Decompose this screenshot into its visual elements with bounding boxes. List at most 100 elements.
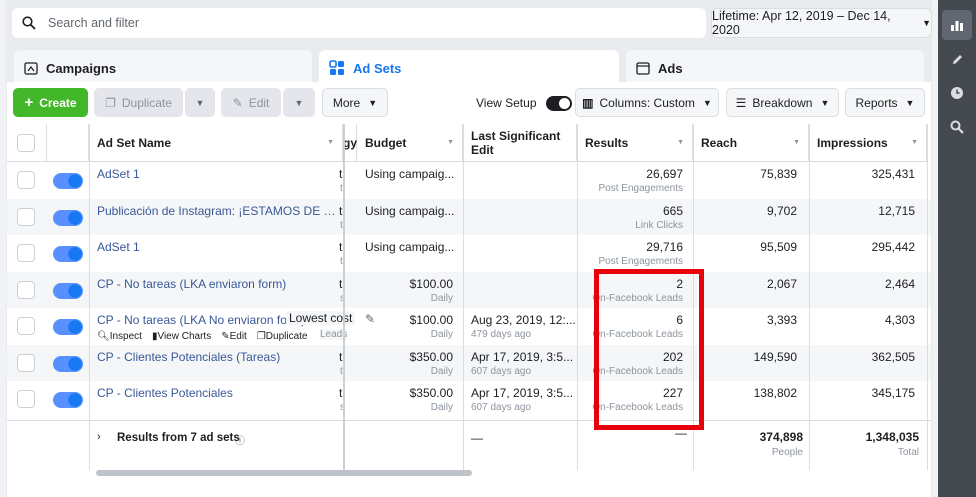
edit-label: Edit [229, 331, 247, 342]
table-row[interactable]: CP - Clientes Potencialests$350.00DailyA… [7, 381, 931, 418]
results-value: 29,716 [646, 240, 683, 254]
duplicate-dropdown[interactable]: ▼ [185, 88, 215, 117]
header-reach[interactable]: Reach ▼ [693, 124, 809, 162]
results-value: 665 [662, 203, 683, 218]
chart-icon[interactable] [942, 10, 972, 40]
row-checkbox[interactable] [17, 171, 35, 189]
bid-strategy-fragment: t [339, 167, 343, 181]
edit-action[interactable]: ✎ Edit [221, 331, 247, 342]
table-row[interactable]: CP - No tareas (LKA enviaron form)ts$100… [7, 271, 931, 308]
breakdown-button[interactable]: ☰ Breakdown ▼ [726, 88, 839, 117]
header-last-edit[interactable]: Last Significant Edit [463, 124, 577, 162]
inspect-icon[interactable] [942, 112, 972, 142]
pencil-icon[interactable]: ✎ [365, 312, 375, 326]
edit-button[interactable]: ✎ Edit [221, 88, 281, 117]
table-row[interactable]: CP - Clientes Potenciales (Tareas) t t $350… [7, 344, 931, 381]
budget-value: Using campaig... [365, 240, 455, 254]
columns-button[interactable]: ▥ Columns: Custom ▼ [575, 88, 719, 117]
budget-value: $350.00 [409, 349, 453, 364]
budget-value: $350.00 [409, 386, 453, 400]
more-button[interactable]: More ▼ [322, 88, 388, 117]
ad-set-name-link[interactable]: CP - Clientes Potenciales (Tareas) [97, 350, 337, 364]
inspect-action[interactable]: 🔍︎ Inspect [97, 331, 142, 342]
row-checkbox[interactable] [17, 317, 35, 335]
header-label: Results [585, 135, 629, 150]
row-checkbox[interactable] [17, 244, 35, 262]
edit-label: Edit [248, 95, 270, 110]
view-charts-label: View Charts [157, 331, 212, 342]
ad-set-name-link[interactable]: AdSet 1 [97, 240, 337, 254]
budget-value: Using campaig... [365, 167, 455, 181]
search-bar[interactable]: Search and filter [12, 8, 706, 38]
ad-sets-table-area: + Create ❐ Duplicate ▼ ✎ Edit ▼ More ▼ Vi… [7, 82, 931, 497]
pencil-icon[interactable] [942, 44, 972, 74]
results-value: 2 [676, 276, 683, 291]
duplicate-action[interactable]: ❐ Duplicate [257, 331, 308, 342]
create-button[interactable]: + Create [13, 88, 88, 117]
plus-icon: + [24, 94, 34, 111]
duplicate-icon: ❐ [105, 95, 116, 110]
reports-button[interactable]: Reports ▼ [845, 88, 925, 117]
row-checkbox[interactable] [17, 390, 35, 408]
row-on-off-toggle[interactable] [53, 173, 83, 189]
toggle-knob [68, 247, 82, 261]
horizontal-scrollbar[interactable] [96, 470, 472, 476]
ad-set-name-link[interactable]: AdSet 1 [97, 167, 337, 181]
ad-set-name-link[interactable]: Publicación de Instagram: ¡ESTAMOS DE SO… [97, 204, 337, 218]
edit-dropdown[interactable]: ▼ [283, 88, 315, 117]
summary-last-edit: — [471, 431, 483, 445]
view-setup-toggle[interactable]: View Setup [476, 96, 572, 112]
tab-campaigns[interactable]: Campaigns [14, 50, 312, 86]
header-impressions[interactable]: Impressions ▼ [809, 124, 927, 162]
last-edit-value: Apr 17, 2019, 3:5... [471, 349, 574, 364]
row-on-off-toggle[interactable] [53, 282, 83, 299]
date-range-picker[interactable]: Lifetime: Apr 12, 2019 – Dec 14, 2020 ▼ [711, 8, 932, 38]
row-on-off-toggle[interactable] [53, 355, 83, 372]
ad-set-name-link[interactable]: CP - Clientes Potenciales [97, 386, 337, 400]
select-all-checkbox[interactable] [17, 134, 35, 152]
header-ad-set-name[interactable]: Ad Set Name ▼ [89, 124, 343, 162]
toggle-switch[interactable] [545, 96, 572, 112]
header-results[interactable]: Results ▼ [577, 124, 693, 162]
bid-strategy-fragment: t [339, 276, 343, 291]
header-bid-strategy[interactable]: gy [343, 124, 357, 162]
ad-set-name-link[interactable]: CP - No tareas (LKA enviaron form) [97, 277, 337, 291]
budget-sub: Daily [430, 402, 453, 413]
table-row[interactable]: AdSet 1 t t Using campaig... 29,716 Post Enga… [7, 235, 931, 272]
row-on-off-toggle[interactable] [53, 209, 83, 226]
columns-icon: ▥ [582, 95, 594, 110]
toggle-knob [68, 320, 82, 334]
chevron-down-icon: ▼ [294, 97, 304, 108]
header-select-all [7, 124, 47, 162]
view-charts-action[interactable]: ▮ View Charts [152, 331, 211, 342]
toggle-knob [68, 210, 82, 225]
info-icon[interactable]: ⓘ [235, 432, 245, 447]
tab-ad-sets[interactable]: Ad Sets [319, 50, 619, 86]
tab-ads[interactable]: Ads [626, 50, 924, 86]
row-checkbox[interactable] [17, 353, 35, 372]
chevron-right-icon[interactable]: › [97, 431, 101, 443]
column-divider [463, 124, 464, 470]
duplicate-button[interactable]: ❐ Duplicate [94, 88, 183, 117]
row-on-off-toggle[interactable] [53, 392, 83, 408]
table-row[interactable]: Publicación de Instagram: ¡ESTAMOS DE SO… [7, 198, 931, 235]
header-budget[interactable]: Budget ▼ [357, 124, 463, 162]
row-on-off-toggle[interactable] [53, 319, 83, 335]
results-value: 26,697 [646, 167, 683, 181]
reach-value: 9,702 [766, 203, 797, 218]
row-checkbox[interactable] [17, 280, 35, 299]
reach-value: 95,509 [760, 240, 797, 254]
tab-ad-sets-label: Ad Sets [353, 60, 402, 76]
table-row[interactable]: CP - No tareas (LKA No enviaron form)t$1… [7, 308, 931, 345]
budget-value: $100.00 [409, 276, 453, 291]
table-row[interactable]: AdSet 1 t t Using campaig... 26,697 Post Enga… [7, 162, 931, 199]
breakdown-icon: ☰ [735, 95, 747, 110]
campaign-folder-icon [24, 61, 38, 75]
clock-icon[interactable] [942, 78, 972, 108]
toggle-knob [68, 356, 82, 371]
row-on-off-toggle[interactable] [53, 246, 83, 262]
chevron-down-icon: ▼ [905, 97, 915, 108]
tab-ads-label: Ads [658, 60, 683, 76]
date-range-label: Lifetime: Apr 12, 2019 – Dec 14, 2020 [712, 9, 891, 37]
row-checkbox[interactable] [17, 207, 35, 226]
